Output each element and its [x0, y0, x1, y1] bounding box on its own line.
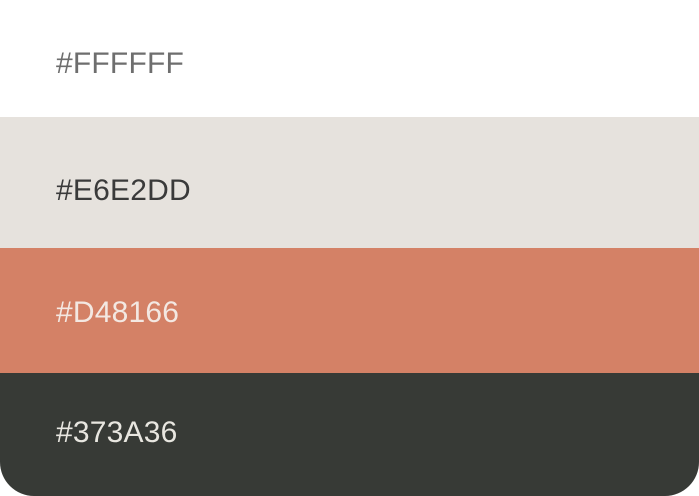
- color-swatch-light-beige[interactable]: #E6E2DD: [0, 117, 699, 248]
- color-swatch-charcoal[interactable]: #373A36: [0, 373, 699, 496]
- color-swatch-terracotta[interactable]: #D48166: [0, 248, 699, 373]
- hex-code-label: #D48166: [56, 295, 180, 329]
- color-swatch-white[interactable]: #FFFFFF: [0, 0, 699, 117]
- hex-code-label: #FFFFFF: [56, 46, 185, 80]
- color-palette-card: #FFFFFF #E6E2DD #D48166 #373A36: [0, 0, 699, 496]
- hex-code-label: #E6E2DD: [56, 173, 191, 207]
- hex-code-label: #373A36: [56, 415, 178, 449]
